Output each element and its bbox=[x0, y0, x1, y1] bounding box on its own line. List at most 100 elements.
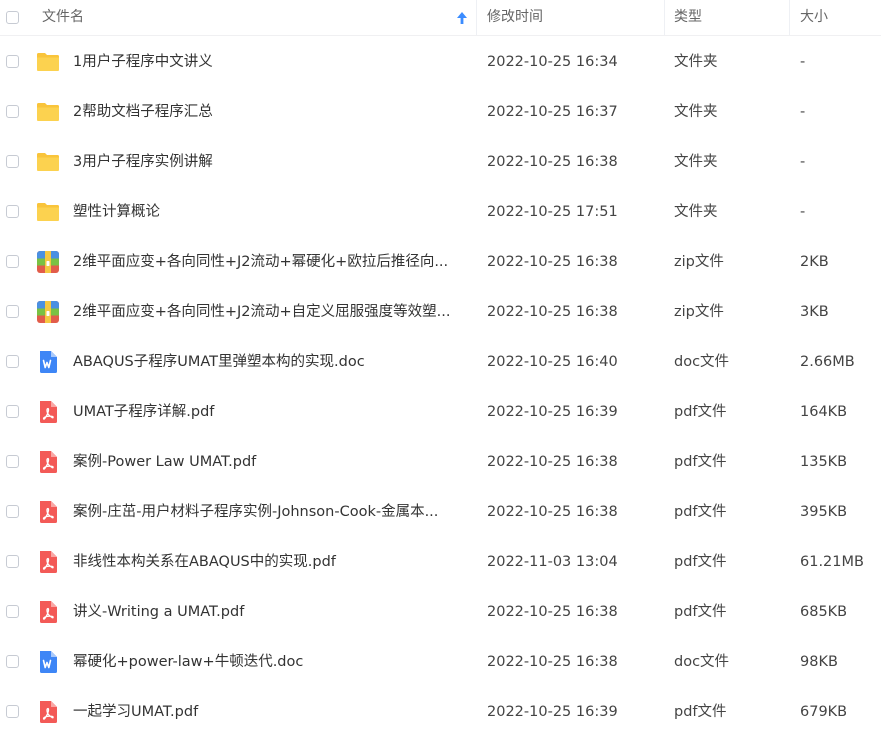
file-type: 文件夹 bbox=[674, 204, 718, 220]
file-name[interactable]: 非线性本构关系在ABAQUS中的实现.pdf bbox=[73, 537, 336, 587]
file-size: 164KB bbox=[800, 404, 848, 420]
file-modified-time: 2022-10-25 16:38 bbox=[487, 154, 618, 170]
file-name[interactable]: 案例-Power Law UMAT.pdf bbox=[73, 437, 256, 487]
file-name[interactable]: 一起学习UMAT.pdf bbox=[73, 687, 198, 737]
file-size: 395KB bbox=[800, 504, 848, 520]
file-size: 135KB bbox=[800, 454, 848, 470]
file-size: 98KB bbox=[800, 654, 838, 670]
file-size: 61.21MB bbox=[800, 554, 864, 570]
file-name[interactable]: UMAT子程序详解.pdf bbox=[73, 387, 214, 437]
row-checkbox[interactable] bbox=[6, 555, 19, 568]
file-type: doc文件 bbox=[674, 354, 730, 370]
file-type: doc文件 bbox=[674, 654, 730, 670]
row-checkbox[interactable] bbox=[6, 405, 19, 418]
file-row[interactable]: 塑性计算概论 2022-10-25 17:51 文件夹 - bbox=[0, 187, 881, 237]
file-row[interactable]: 一起学习UMAT.pdf 2022-10-25 16:39 pdf文件 679KB bbox=[0, 687, 881, 737]
file-row[interactable]: UMAT子程序详解.pdf 2022-10-25 16:39 pdf文件 164KB bbox=[0, 387, 881, 437]
file-row[interactable]: 3用户子程序实例讲解 2022-10-25 16:38 文件夹 - bbox=[0, 137, 881, 187]
file-modified-time: 2022-10-25 16:40 bbox=[487, 354, 618, 370]
file-modified-time: 2022-10-25 16:38 bbox=[487, 454, 618, 470]
file-name[interactable]: 案例-庄茁-用户材料子程序实例-Johnson-Cook-金属本... bbox=[73, 487, 438, 537]
folder-icon bbox=[36, 200, 60, 224]
row-checkbox[interactable] bbox=[6, 505, 19, 518]
file-modified-time: 2022-10-25 16:37 bbox=[487, 104, 618, 120]
file-size: - bbox=[800, 204, 806, 220]
pdf-icon bbox=[36, 500, 60, 524]
file-name[interactable]: 幂硬化+power-law+牛顿迭代.doc bbox=[73, 637, 303, 687]
file-type: pdf文件 bbox=[674, 554, 727, 570]
file-size: - bbox=[800, 154, 806, 170]
file-size: - bbox=[800, 54, 806, 70]
file-type: pdf文件 bbox=[674, 504, 727, 520]
row-checkbox[interactable] bbox=[6, 455, 19, 468]
file-size: 2.66MB bbox=[800, 354, 855, 370]
column-divider[interactable] bbox=[789, 0, 790, 35]
file-size: - bbox=[800, 104, 806, 120]
file-name[interactable]: ABAQUS子程序UMAT里弹塑本构的实现.doc bbox=[73, 337, 365, 387]
pdf-icon bbox=[36, 700, 60, 724]
file-row[interactable]: 案例-庄茁-用户材料子程序实例-Johnson-Cook-金属本... 2022-… bbox=[0, 487, 881, 537]
file-type: zip文件 bbox=[674, 304, 724, 320]
doc-icon bbox=[36, 650, 60, 674]
row-checkbox[interactable] bbox=[6, 305, 19, 318]
row-checkbox[interactable] bbox=[6, 355, 19, 368]
column-header-type[interactable]: 类型 bbox=[674, 0, 702, 35]
file-row[interactable]: 2帮助文档子程序汇总 2022-10-25 16:37 文件夹 - bbox=[0, 87, 881, 137]
file-row[interactable]: 1用户子程序中文讲义 2022-10-25 16:34 文件夹 - bbox=[0, 37, 881, 87]
pdf-icon bbox=[36, 450, 60, 474]
file-name[interactable]: 3用户子程序实例讲解 bbox=[73, 137, 213, 187]
row-checkbox[interactable] bbox=[6, 205, 19, 218]
row-checkbox[interactable] bbox=[6, 155, 19, 168]
file-name[interactable]: 2维平面应变+各向同性+J2流动+幂硬化+欧拉后推径向... bbox=[73, 237, 448, 287]
file-size: 679KB bbox=[800, 704, 848, 720]
file-size: 685KB bbox=[800, 604, 848, 620]
folder-icon bbox=[36, 150, 60, 174]
sort-ascending-icon[interactable] bbox=[456, 11, 468, 25]
file-modified-time: 2022-10-25 16:34 bbox=[487, 54, 618, 70]
pdf-icon bbox=[36, 400, 60, 424]
file-list-header: 文件名 修改时间 类型 大小 bbox=[0, 0, 881, 36]
doc-icon bbox=[36, 350, 60, 374]
row-checkbox[interactable] bbox=[6, 605, 19, 618]
file-type: zip文件 bbox=[674, 254, 724, 270]
file-name[interactable]: 1用户子程序中文讲义 bbox=[73, 37, 213, 87]
folder-icon bbox=[36, 50, 60, 74]
file-row[interactable]: 讲义-Writing a UMAT.pdf 2022-10-25 16:38 pdf… bbox=[0, 587, 881, 637]
column-header-name[interactable]: 文件名 bbox=[42, 0, 84, 35]
file-name[interactable]: 2帮助文档子程序汇总 bbox=[73, 87, 213, 137]
file-row[interactable]: 2维平面应变+各向同性+J2流动+幂硬化+欧拉后推径向... 2022-10-25… bbox=[0, 237, 881, 287]
file-modified-time: 2022-10-25 17:51 bbox=[487, 204, 618, 220]
file-modified-time: 2022-10-25 16:38 bbox=[487, 254, 618, 270]
zip-icon bbox=[36, 250, 60, 274]
file-type: pdf文件 bbox=[674, 454, 727, 470]
column-header-size[interactable]: 大小 bbox=[800, 0, 828, 35]
row-checkbox[interactable] bbox=[6, 705, 19, 718]
column-divider[interactable] bbox=[664, 0, 665, 35]
select-all-checkbox[interactable] bbox=[6, 11, 19, 24]
column-divider[interactable] bbox=[476, 0, 477, 35]
file-row[interactable]: 幂硬化+power-law+牛顿迭代.doc 2022-10-25 16:38 do… bbox=[0, 637, 881, 687]
file-modified-time: 2022-10-25 16:38 bbox=[487, 654, 618, 670]
pdf-icon bbox=[36, 550, 60, 574]
file-modified-time: 2022-10-25 16:39 bbox=[487, 704, 618, 720]
row-checkbox[interactable] bbox=[6, 55, 19, 68]
row-checkbox[interactable] bbox=[6, 655, 19, 668]
file-size: 2KB bbox=[800, 254, 829, 270]
file-type: pdf文件 bbox=[674, 704, 727, 720]
file-row[interactable]: 2维平面应变+各向同性+J2流动+自定义屈服强度等效塑... 2022-10-25… bbox=[0, 287, 881, 337]
file-type: pdf文件 bbox=[674, 604, 727, 620]
pdf-icon bbox=[36, 600, 60, 624]
column-header-modified[interactable]: 修改时间 bbox=[487, 0, 543, 35]
file-modified-time: 2022-10-25 16:38 bbox=[487, 504, 618, 520]
row-checkbox[interactable] bbox=[6, 105, 19, 118]
file-row[interactable]: 非线性本构关系在ABAQUS中的实现.pdf 2022-11-03 13:04 pd… bbox=[0, 537, 881, 587]
file-name[interactable]: 塑性计算概论 bbox=[73, 187, 160, 237]
row-checkbox[interactable] bbox=[6, 255, 19, 268]
file-name[interactable]: 讲义-Writing a UMAT.pdf bbox=[73, 587, 244, 637]
file-modified-time: 2022-10-25 16:39 bbox=[487, 404, 618, 420]
file-row[interactable]: ABAQUS子程序UMAT里弹塑本构的实现.doc 2022-10-25 16:4… bbox=[0, 337, 881, 387]
file-row[interactable]: 案例-Power Law UMAT.pdf 2022-10-25 16:38 pdf… bbox=[0, 437, 881, 487]
file-modified-time: 2022-10-25 16:38 bbox=[487, 304, 618, 320]
file-name[interactable]: 2维平面应变+各向同性+J2流动+自定义屈服强度等效塑... bbox=[73, 287, 451, 337]
folder-icon bbox=[36, 100, 60, 124]
